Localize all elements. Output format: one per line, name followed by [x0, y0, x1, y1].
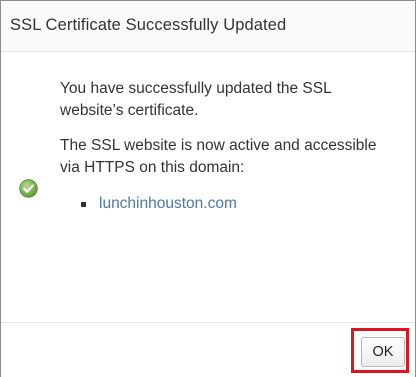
dialog-body: You have successfully updated the SSL we…	[1, 52, 415, 322]
dialog-title: SSL Certificate Successfully Updated	[10, 16, 287, 34]
check-circle-icon	[19, 179, 38, 198]
success-message: You have successfully updated the SSL we…	[60, 80, 332, 119]
dialog-header: SSL Certificate Successfully Updated	[1, 1, 415, 52]
message-column: You have successfully updated the SSL we…	[60, 78, 390, 192]
bullet-icon	[81, 202, 86, 207]
https-message: The SSL website is now active and access…	[60, 137, 377, 176]
ok-button[interactable]: OK	[361, 337, 405, 367]
dialog-footer: OK	[1, 322, 415, 377]
domain-list-item: lunchinhouston.com	[81, 193, 237, 215]
domain-link[interactable]: lunchinhouston.com	[99, 195, 237, 212]
domain-list: lunchinhouston.com	[81, 193, 237, 215]
ssl-update-dialog: SSL Certificate Successfully Updated You…	[0, 0, 416, 377]
